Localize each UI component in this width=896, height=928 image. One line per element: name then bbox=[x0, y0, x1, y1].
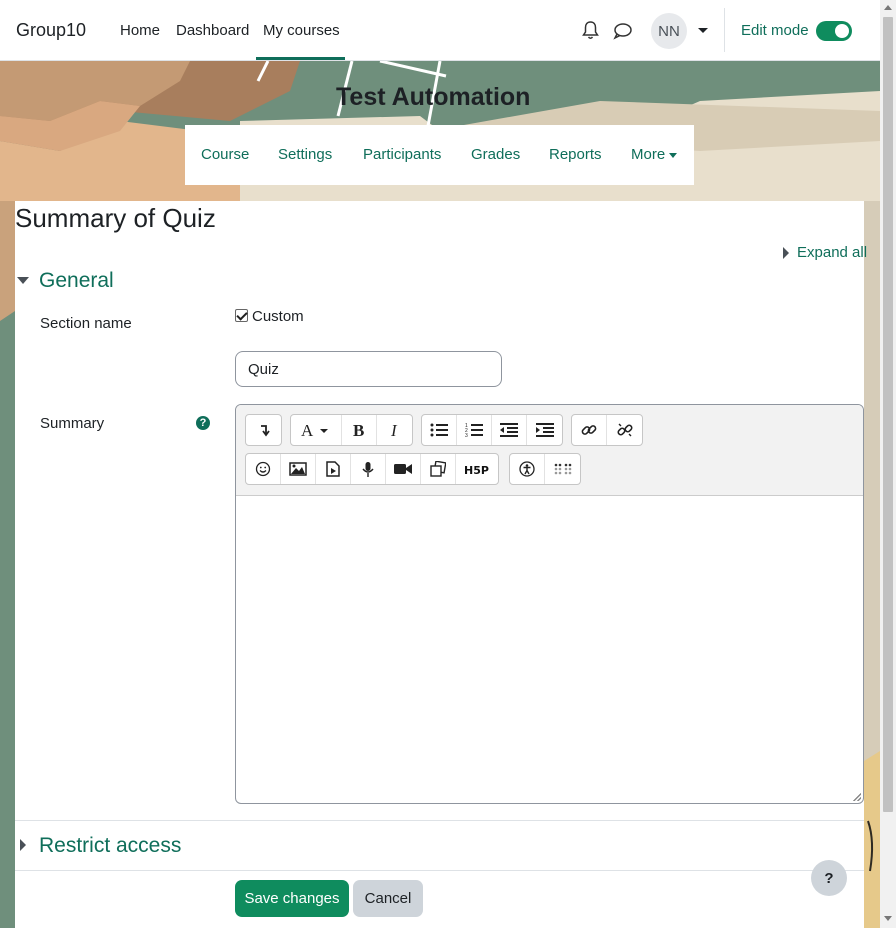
unordered-list-icon[interactable] bbox=[422, 415, 457, 445]
collapse-icon[interactable] bbox=[246, 415, 281, 445]
screenreader-helper-icon[interactable] bbox=[545, 454, 580, 484]
messages-icon[interactable] bbox=[613, 22, 632, 45]
svg-text:3: 3 bbox=[465, 433, 468, 438]
section-name-input[interactable] bbox=[235, 351, 502, 387]
active-nav-indicator bbox=[256, 57, 345, 60]
general-collapse-icon[interactable] bbox=[17, 277, 29, 284]
editor-content-area[interactable] bbox=[236, 497, 863, 803]
section-divider bbox=[15, 870, 864, 871]
summary-editor: A B I 123 H5P bbox=[235, 404, 864, 804]
image-icon[interactable] bbox=[281, 454, 316, 484]
custom-checkbox[interactable] bbox=[235, 309, 248, 322]
nav-link-home[interactable]: Home bbox=[120, 22, 160, 39]
top-navbar: Group10 Home Dashboard My courses NN Edi… bbox=[0, 0, 880, 61]
nav-link-my-courses[interactable]: My courses bbox=[263, 22, 340, 39]
cancel-button[interactable]: Cancel bbox=[353, 880, 423, 917]
unlink-icon[interactable] bbox=[607, 415, 642, 445]
bell-icon[interactable] bbox=[582, 20, 599, 45]
user-avatar[interactable]: NN bbox=[651, 13, 687, 49]
emoji-icon[interactable] bbox=[246, 454, 281, 484]
scroll-up-arrow-icon[interactable] bbox=[884, 5, 892, 10]
expand-all-chevron-icon bbox=[783, 247, 789, 260]
svg-text:H5P: H5P bbox=[464, 464, 489, 475]
secnav-grades[interactable]: Grades bbox=[471, 146, 520, 163]
svg-text:A: A bbox=[301, 422, 314, 438]
page-title: Summary of Quiz bbox=[15, 203, 216, 233]
section-heading-restrict-access[interactable]: Restrict access bbox=[39, 834, 181, 858]
bold-icon[interactable]: B bbox=[342, 415, 377, 445]
section-name-label: Section name bbox=[40, 315, 132, 332]
summary-label: Summary bbox=[40, 415, 105, 432]
font-style-icon[interactable]: A bbox=[291, 415, 342, 445]
scroll-down-arrow-icon[interactable] bbox=[884, 916, 892, 921]
scrollbar-thumb[interactable] bbox=[883, 17, 893, 812]
course-secondary-nav: Course Settings Participants Grades Repo… bbox=[185, 125, 694, 185]
toolbar-group-collapse bbox=[245, 414, 282, 446]
toolbar-group-insert: H5P bbox=[245, 453, 499, 485]
accessibility-checker-icon[interactable] bbox=[510, 454, 545, 484]
editor-resize-handle[interactable] bbox=[853, 793, 861, 801]
record-video-icon[interactable] bbox=[386, 454, 421, 484]
editor-toolbar: A B I 123 H5P bbox=[236, 405, 863, 496]
outdent-icon[interactable] bbox=[492, 415, 527, 445]
toolbar-group-links bbox=[571, 414, 643, 446]
section-divider bbox=[15, 820, 864, 821]
edit-mode-toggle[interactable] bbox=[816, 21, 852, 41]
toolbar-group-accessibility bbox=[509, 453, 581, 485]
link-icon[interactable] bbox=[572, 415, 607, 445]
toolbar-group-style: A B I bbox=[290, 414, 413, 446]
svg-text:I: I bbox=[390, 422, 398, 438]
secnav-reports[interactable]: Reports bbox=[549, 146, 602, 163]
svg-text:B: B bbox=[353, 422, 364, 438]
section-heading-general[interactable]: General bbox=[39, 269, 114, 293]
custom-checkbox-label[interactable]: Custom bbox=[252, 308, 304, 325]
expand-all-label: Expand all bbox=[797, 244, 868, 261]
nav-link-dashboard[interactable]: Dashboard bbox=[176, 22, 249, 39]
course-title: Test Automation bbox=[336, 83, 531, 111]
toolbar-group-lists: 123 bbox=[421, 414, 563, 446]
site-brand[interactable]: Group10 bbox=[16, 20, 86, 41]
more-caret-icon bbox=[669, 152, 678, 158]
save-changes-button[interactable]: Save changes bbox=[235, 880, 349, 917]
secnav-course[interactable]: Course bbox=[201, 146, 249, 163]
manage-files-icon[interactable] bbox=[421, 454, 456, 484]
indent-icon[interactable] bbox=[527, 415, 562, 445]
ordered-list-icon[interactable]: 123 bbox=[457, 415, 492, 445]
navbar-divider bbox=[724, 8, 725, 52]
media-icon[interactable] bbox=[316, 454, 351, 484]
floating-help-button[interactable]: ? bbox=[811, 860, 847, 896]
h5p-icon[interactable]: H5P bbox=[456, 454, 498, 484]
italic-icon[interactable]: I bbox=[377, 415, 412, 445]
secnav-more-label: More bbox=[631, 146, 666, 163]
expand-all-link[interactable]: Expand all bbox=[783, 244, 867, 261]
edit-mode-label: Edit mode bbox=[741, 22, 809, 39]
user-menu-caret-icon[interactable] bbox=[698, 28, 708, 33]
secnav-settings[interactable]: Settings bbox=[278, 146, 332, 163]
secnav-participants[interactable]: Participants bbox=[363, 146, 441, 163]
record-audio-icon[interactable] bbox=[351, 454, 386, 484]
secnav-more[interactable]: More bbox=[631, 146, 678, 163]
summary-help-icon[interactable]: ? bbox=[196, 416, 210, 430]
restrict-access-expand-icon[interactable] bbox=[20, 839, 26, 851]
